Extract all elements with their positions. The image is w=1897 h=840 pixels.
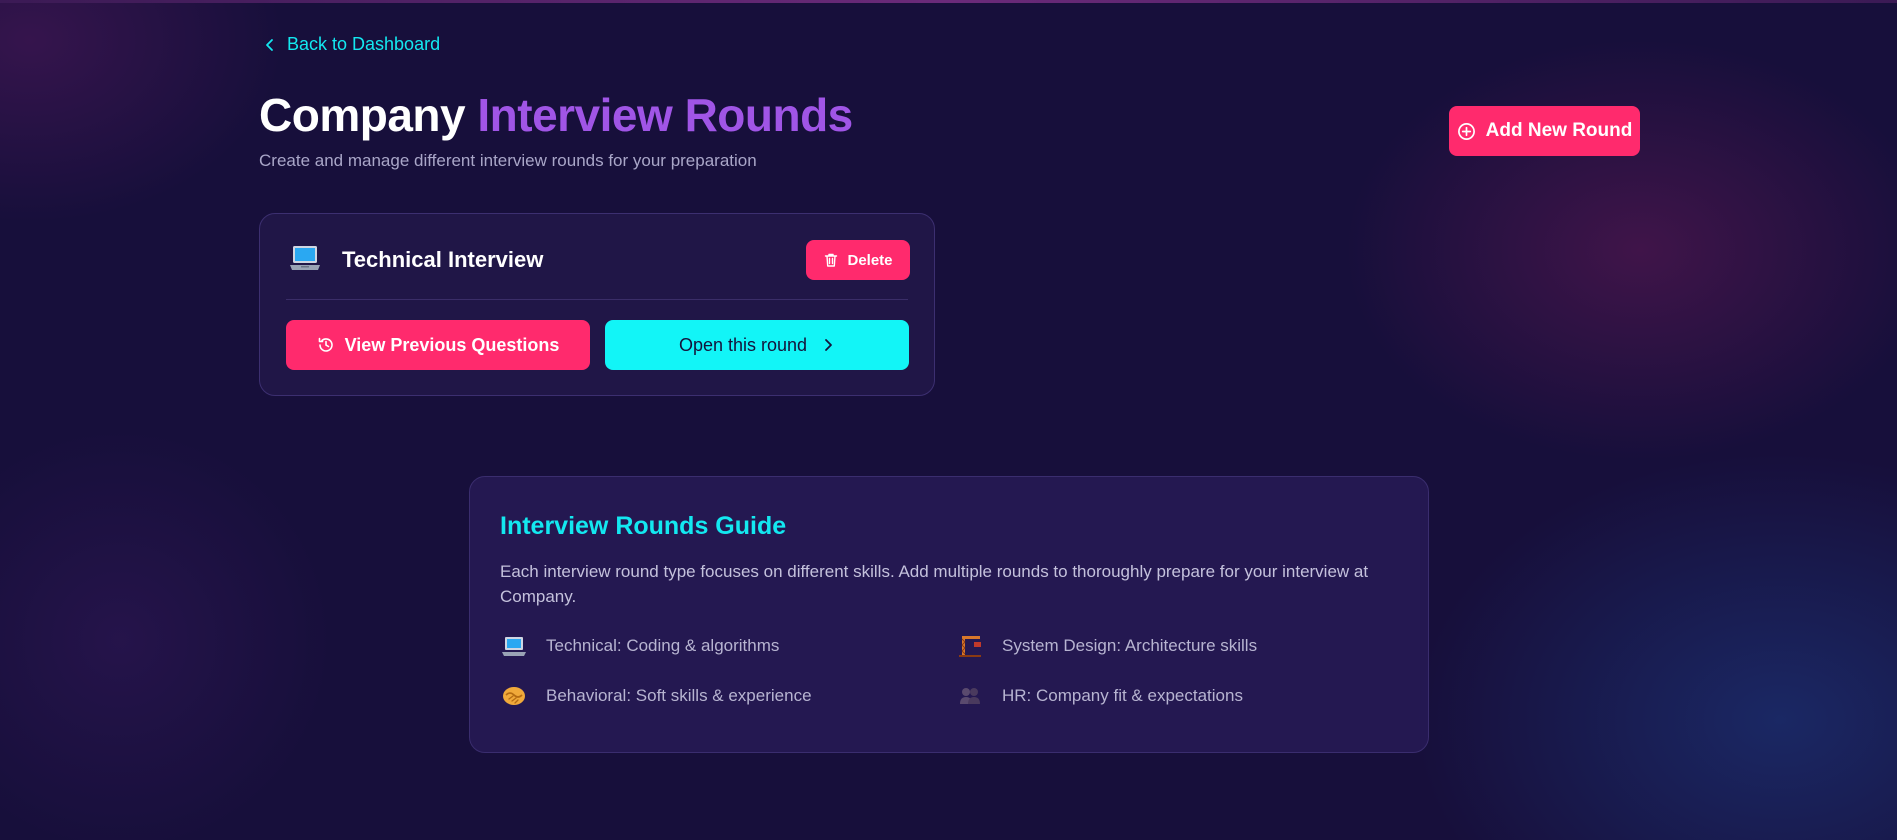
construction-crane-icon bbox=[956, 634, 984, 658]
card-divider bbox=[286, 299, 908, 300]
round-title: Technical Interview bbox=[342, 247, 544, 272]
view-previous-questions-label: View Previous Questions bbox=[344, 334, 560, 355]
guide-item-label: System Design: Architecture skills bbox=[1002, 636, 1258, 655]
page-subtitle: Create and manage different interview ro… bbox=[259, 151, 757, 170]
page-title-highlight: Interview Rounds bbox=[477, 89, 853, 141]
guide-item-technical: Technical: Coding & algorithms bbox=[500, 634, 779, 658]
open-round-label: Open this round bbox=[678, 334, 808, 355]
handshake-icon bbox=[500, 684, 528, 708]
chevron-right-icon bbox=[825, 339, 832, 351]
interview-rounds-guide: Interview Rounds Guide Each interview ro… bbox=[469, 476, 1429, 753]
guide-title: Interview Rounds Guide bbox=[500, 512, 787, 540]
laptop-icon bbox=[290, 246, 320, 270]
main-content: Back to Dashboard Company Interview Roun… bbox=[259, 0, 1640, 840]
page-title-company: Company bbox=[259, 89, 466, 141]
delete-round-button[interactable]: Delete bbox=[806, 240, 910, 280]
view-previous-questions-button[interactable]: View Previous Questions bbox=[286, 320, 590, 370]
add-new-round-button[interactable]: Add New Round bbox=[1449, 106, 1640, 156]
trash-icon bbox=[825, 253, 838, 267]
open-round-button[interactable]: Open this round bbox=[605, 320, 909, 370]
guide-item-label: Behavioral: Soft skills & experience bbox=[546, 686, 812, 705]
people-silhouette-icon bbox=[956, 684, 984, 708]
guide-item-behavioral: Behavioral: Soft skills & experience bbox=[500, 684, 812, 708]
back-to-dashboard-link[interactable]: Back to Dashboard bbox=[263, 34, 440, 55]
guide-description: Each interview round type focuses on dif… bbox=[500, 562, 1369, 606]
guide-item-hr: HR: Company fit & expectations bbox=[956, 684, 1243, 708]
add-new-round-label: Add New Round bbox=[1485, 120, 1633, 141]
delete-label: Delete bbox=[847, 251, 893, 269]
page-title: Company Interview Rounds bbox=[259, 88, 853, 142]
round-card: Technical Interview Delete View Previous… bbox=[259, 213, 935, 396]
laptop-icon bbox=[500, 634, 528, 658]
guide-item-label: HR: Company fit & expectations bbox=[1002, 686, 1243, 705]
guide-item-label: Technical: Coding & algorithms bbox=[546, 636, 780, 655]
plus-circle-icon bbox=[1457, 122, 1475, 140]
guide-item-system-design: System Design: Architecture skills bbox=[956, 634, 1257, 658]
history-icon bbox=[318, 337, 333, 352]
chevron-left-icon bbox=[266, 38, 273, 51]
back-link-label: Back to Dashboard bbox=[287, 34, 441, 54]
